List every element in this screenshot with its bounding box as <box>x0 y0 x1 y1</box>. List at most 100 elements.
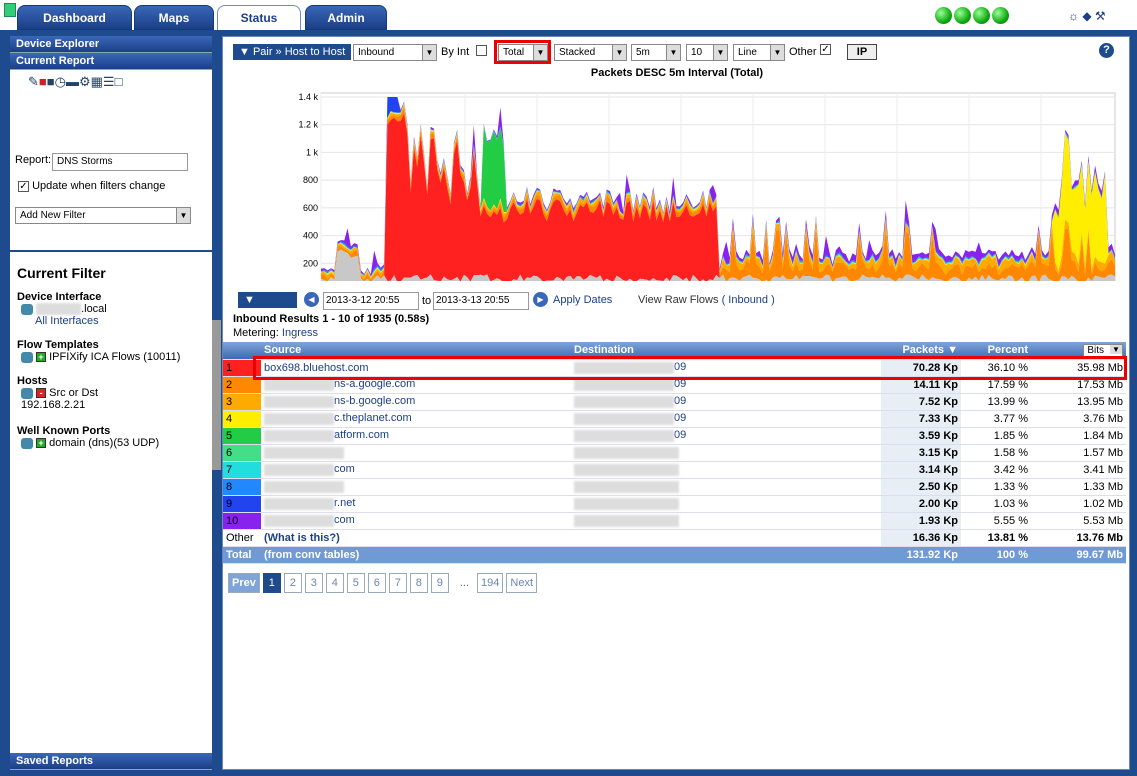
flow-template-row: + IPFIXify ICA Flows (10011) <box>21 351 207 363</box>
interval-select[interactable]: 5m ▼ <box>631 44 681 61</box>
source-host-link[interactable]: com <box>334 514 355 526</box>
table-row[interactable]: 8 2.50 Kp 1.33 % 1.33 Mb <box>223 478 1126 496</box>
destination-cell[interactable]: 09 <box>571 427 881 445</box>
tab-maps[interactable]: Maps <box>134 5 214 30</box>
metering-row: Metering: Ingress <box>233 327 318 339</box>
tab-status[interactable]: Status <box>217 5 301 30</box>
by-int-checkbox[interactable] <box>476 45 487 56</box>
custom-range-button[interactable]: ▼ Custom <box>238 292 297 322</box>
bits-select[interactable]: Bits ▼ <box>1083 343 1123 357</box>
count-select[interactable]: 10 ▼ <box>686 44 728 61</box>
device-explorer-header[interactable]: Device Explorer <box>10 36 212 53</box>
table-row[interactable]: 3 ns-b.google.com 09 7.52 Kp 13.99 % 13.95 Mb <box>223 393 1126 411</box>
destination-cell[interactable] <box>571 512 881 530</box>
page-7-button[interactable]: 7 <box>388 573 407 593</box>
sidebar-collapse-handle[interactable] <box>212 320 221 470</box>
source-host-link[interactable]: com <box>334 463 355 475</box>
source-host-link[interactable]: ns-a.google.com <box>334 378 415 390</box>
source-cell[interactable]: atform.com <box>261 427 571 445</box>
source-cell[interactable]: com <box>261 461 571 479</box>
top-bar: Dashboard Maps Status Admin ☼ ◆ ⚒ <box>0 0 1137 30</box>
page-3-button[interactable]: 3 <box>304 573 323 593</box>
source-cell[interactable] <box>261 478 571 496</box>
direction-select[interactable]: Inbound ▼ <box>353 44 437 61</box>
table-icon[interactable]: ▦ <box>91 74 103 89</box>
ip-button[interactable]: IP <box>847 44 877 60</box>
pencil-icon[interactable]: ✎ <box>28 74 39 89</box>
help-icon[interactable]: ? <box>1099 43 1114 58</box>
page-4-button[interactable]: 4 <box>325 573 344 593</box>
source-host-link[interactable]: r.net <box>334 497 355 509</box>
destination-cell[interactable] <box>571 478 881 496</box>
update-filters-checkbox[interactable]: ✓ <box>18 180 29 192</box>
all-interfaces-link[interactable]: All Interfaces <box>35 315 207 327</box>
source-cell[interactable]: ns-b.google.com <box>261 393 571 411</box>
current-report-header[interactable]: Current Report <box>10 53 212 70</box>
tab-dashboard[interactable]: Dashboard <box>17 5 132 30</box>
page-5-button[interactable]: 5 <box>346 573 365 593</box>
apply-arrow-icon[interactable]: ▶ <box>533 292 548 307</box>
info-icon[interactable]: ◆ <box>1082 9 1091 23</box>
table-row[interactable]: 4 c.theplanet.com 09 7.33 Kp 3.77 % 3.76 Mb <box>223 410 1126 428</box>
direction-value: Inbound <box>358 47 395 58</box>
page-last-button[interactable]: 194 <box>477 573 504 593</box>
other-source[interactable]: (What is this?) <box>261 529 571 547</box>
metering-link[interactable]: Ingress <box>282 327 318 339</box>
clock-icon[interactable]: ◷ <box>55 74 66 89</box>
next-page-button[interactable]: Next <box>506 573 538 593</box>
source-cell[interactable]: com <box>261 512 571 530</box>
save-as-icon[interactable]: ■ <box>47 74 55 89</box>
from-date-input[interactable]: 2013-3-12 20:55 <box>323 292 419 310</box>
page-9-button[interactable]: 9 <box>430 573 449 593</box>
destination-host-link[interactable]: 09 <box>674 378 686 390</box>
saved-reports-header[interactable]: Saved Reports <box>10 753 212 770</box>
stacked-select[interactable]: Stacked ▼ <box>554 44 627 61</box>
destination-host-link[interactable]: 09 <box>674 395 686 407</box>
save-icon[interactable]: ■ <box>39 74 47 89</box>
page-2-button[interactable]: 2 <box>283 573 302 593</box>
page-8-button[interactable]: 8 <box>409 573 428 593</box>
line-select[interactable]: Line ▼ <box>733 44 785 61</box>
wrench-icon[interactable]: ⚒ <box>1095 9 1106 23</box>
table-row[interactable]: 10 com 1.93 Kp 5.55 % 5.53 Mb <box>223 512 1126 530</box>
pdf-icon[interactable]: □ <box>115 74 123 89</box>
minus-icon[interactable]: - <box>36 388 47 399</box>
other-checkbox[interactable]: ✓ <box>820 44 831 55</box>
source-cell[interactable]: c.theplanet.com <box>261 410 571 428</box>
prev-range-icon[interactable]: ◀ <box>304 292 319 307</box>
prev-page-button[interactable]: Prev <box>228 573 260 593</box>
list-icon[interactable]: ☰ <box>103 74 115 89</box>
destination-cell[interactable] <box>571 444 881 462</box>
source-host-link[interactable]: ns-b.google.com <box>334 395 415 407</box>
table-row[interactable]: 9 r.net 2.00 Kp 1.03 % 1.02 Mb <box>223 495 1126 513</box>
binoculars-icon[interactable]: ☼ <box>1068 9 1079 23</box>
header-tools: ☼ ◆ ⚒ <box>1068 9 1106 23</box>
plus-icon[interactable]: + <box>36 352 47 363</box>
to-date-input[interactable]: 2013-3-13 20:55 <box>433 292 529 310</box>
table-row[interactable]: 5 atform.com 09 3.59 Kp 1.85 % 1.84 Mb <box>223 427 1126 445</box>
table-row[interactable]: 7 com 3.14 Kp 3.42 % 3.41 Mb <box>223 461 1126 479</box>
source-cell[interactable] <box>261 444 571 462</box>
view-raw-flows-link[interactable]: View Raw Flows <box>638 294 719 306</box>
plus-icon[interactable]: + <box>36 438 47 449</box>
pair-host-to-host-button[interactable]: ▼ Pair » Host to Host <box>233 44 352 60</box>
destination-cell[interactable] <box>571 495 881 513</box>
source-host-link[interactable]: atform.com <box>334 429 389 441</box>
source-cell[interactable]: r.net <box>261 495 571 513</box>
page-1-button[interactable]: 1 <box>262 573 281 593</box>
gear-icon[interactable]: ⚙ <box>79 74 91 89</box>
raw-flows-direction-link[interactable]: ( Inbound ) <box>722 294 775 306</box>
destination-cell[interactable]: 09 <box>571 393 881 411</box>
source-host-link[interactable]: c.theplanet.com <box>334 412 412 424</box>
destination-cell[interactable] <box>571 461 881 479</box>
filter-icon[interactable]: ▬ <box>66 74 79 89</box>
add-filter-select[interactable]: Add New Filter ▼ <box>15 207 191 224</box>
destination-host-link[interactable]: 09 <box>674 429 686 441</box>
table-row[interactable]: 6 3.15 Kp 1.58 % 1.57 Mb <box>223 444 1126 462</box>
destination-host-link[interactable]: 09 <box>674 412 686 424</box>
report-name-input[interactable]: DNS Storms <box>52 153 188 171</box>
tab-admin[interactable]: Admin <box>305 5 387 30</box>
page-6-button[interactable]: 6 <box>367 573 386 593</box>
destination-cell[interactable]: 09 <box>571 410 881 428</box>
apply-dates-link[interactable]: Apply Dates <box>553 294 612 306</box>
